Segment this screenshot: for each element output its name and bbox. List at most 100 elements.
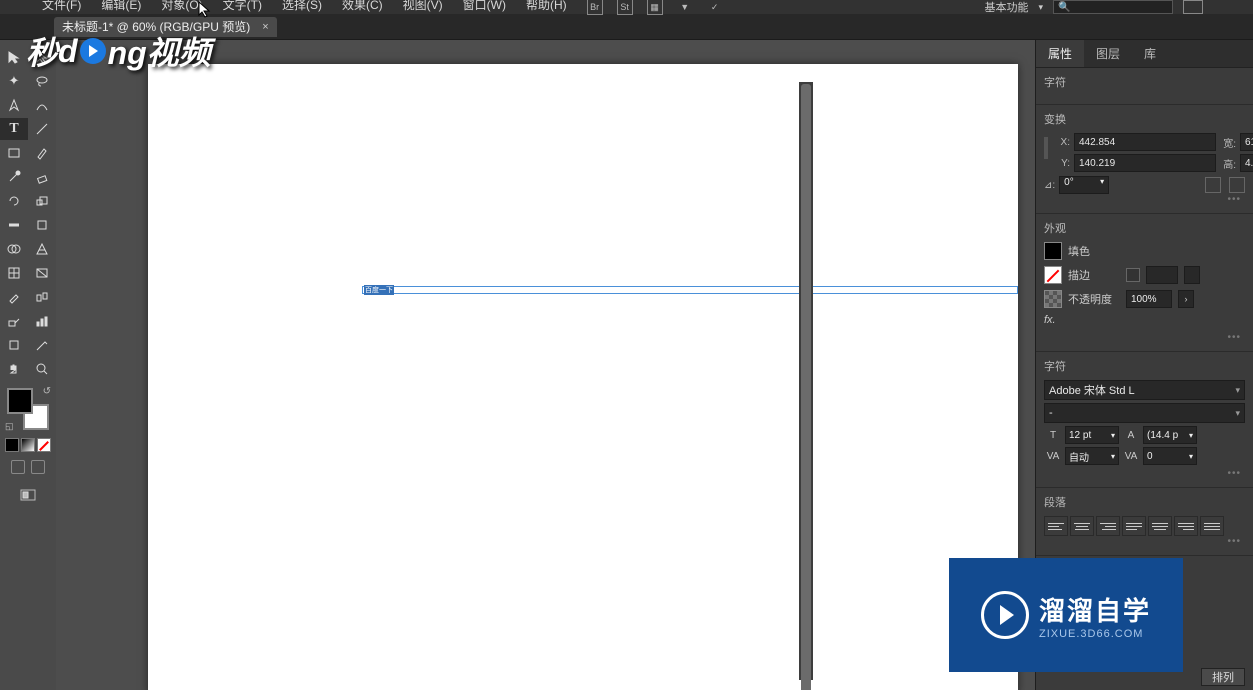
color-mode-gradient[interactable] (21, 438, 35, 452)
paintbrush-tool[interactable] (28, 142, 56, 164)
justify-right-button[interactable] (1174, 516, 1198, 536)
fill-label: 填色 (1068, 243, 1120, 259)
align-right-button[interactable] (1096, 516, 1120, 536)
magic-wand-tool[interactable]: ✦ (0, 70, 28, 92)
symbol-sprayer-tool[interactable] (0, 310, 28, 332)
justify-center-button[interactable] (1148, 516, 1172, 536)
canvas-area[interactable]: 百度一下 (56, 40, 1035, 690)
eyedropper-tool[interactable] (0, 286, 28, 308)
pen-tool[interactable] (0, 94, 28, 116)
flip-horizontal-icon[interactable] (1205, 177, 1221, 193)
opacity-input[interactable] (1126, 290, 1172, 308)
vertical-scrollbar[interactable] (799, 82, 813, 680)
scale-tool[interactable] (28, 190, 56, 212)
reference-point-selector[interactable] (1044, 137, 1048, 159)
workspace-switcher[interactable]: 基本功能 (984, 0, 1028, 15)
eraser-tool[interactable] (28, 166, 56, 188)
curvature-tool[interactable] (28, 94, 56, 116)
menu-file[interactable]: 文件(F) (32, 0, 91, 14)
rectangle-tool[interactable] (0, 142, 28, 164)
stroke-weight-input[interactable] (1146, 266, 1178, 284)
pin-icon[interactable]: ✓ (707, 0, 723, 15)
arrange-documents-icon[interactable] (1183, 0, 1203, 14)
flip-vertical-icon[interactable] (1229, 177, 1245, 193)
line-tool[interactable] (28, 118, 56, 140)
stroke-weight-stepper[interactable] (1126, 268, 1140, 282)
x-label: X: (1054, 137, 1070, 148)
appearance-more-icon[interactable]: ••• (1044, 332, 1245, 343)
character-more-icon[interactable]: ••• (1044, 468, 1245, 479)
bridge-icon[interactable]: Br (587, 0, 603, 15)
gradient-tool[interactable] (28, 262, 56, 284)
stroke-weight-dd[interactable] (1184, 266, 1200, 284)
x-input[interactable] (1074, 133, 1216, 151)
h-input[interactable] (1240, 154, 1253, 172)
zoom-tool[interactable] (28, 358, 56, 380)
slice-tool[interactable] (28, 334, 56, 356)
dropdown-icon[interactable]: ▼ (677, 0, 693, 15)
font-family-dropdown[interactable]: Adobe 宋体 Std L▾ (1044, 380, 1245, 400)
menu-help[interactable]: 帮助(H) (516, 0, 577, 14)
width-tool[interactable] (0, 214, 28, 236)
grid-icon[interactable]: ▦ (647, 0, 663, 15)
arrange-button[interactable]: 排列 (1201, 668, 1245, 686)
scrollbar-thumb[interactable] (801, 84, 811, 690)
workspace-switch-chevron-icon[interactable]: ▾ (1038, 2, 1043, 13)
free-transform-tool[interactable] (28, 214, 56, 236)
close-tab-icon[interactable]: × (262, 21, 268, 33)
leading-dropdown[interactable]: (14.4 p▾ (1143, 426, 1197, 444)
artboard-tool[interactable] (0, 334, 28, 356)
column-graph-tool[interactable] (28, 310, 56, 332)
justify-all-button[interactable] (1200, 516, 1224, 536)
w-input[interactable] (1240, 133, 1253, 151)
more-options-icon[interactable]: ••• (1044, 194, 1245, 205)
fx-button[interactable]: fx. (1044, 314, 1056, 326)
text-frame[interactable]: 百度一下 (362, 286, 1018, 294)
fill-color-swatch[interactable] (1044, 242, 1062, 260)
color-mode-none[interactable] (37, 438, 51, 452)
tab-layers[interactable]: 图层 (1084, 40, 1132, 67)
shape-builder-tool[interactable] (0, 238, 28, 260)
angle-dropdown[interactable]: 0° ▾ (1059, 176, 1109, 194)
help-search[interactable]: 🔍 (1053, 0, 1173, 14)
align-left-button[interactable] (1044, 516, 1068, 536)
type-tool[interactable]: T (0, 118, 28, 140)
hand-tool[interactable] (0, 358, 28, 380)
menu-view[interactable]: 视图(V) (393, 0, 453, 14)
color-mode-solid[interactable] (5, 438, 19, 452)
text-content[interactable]: 百度一下 (364, 285, 394, 295)
align-center-button[interactable] (1070, 516, 1094, 536)
perspective-tool[interactable] (28, 238, 56, 260)
y-input[interactable] (1074, 154, 1216, 172)
selection-tool[interactable] (0, 46, 28, 68)
menu-edit[interactable]: 编辑(E) (91, 0, 151, 14)
screen-mode-normal[interactable] (11, 460, 25, 474)
stock-icon[interactable]: St (617, 0, 633, 15)
menu-window[interactable]: 窗口(W) (453, 0, 516, 14)
paragraph-more-icon[interactable]: ••• (1044, 536, 1245, 547)
fill-stroke-swatch[interactable]: ↺ ◱ (7, 388, 49, 430)
blend-tool[interactable] (28, 286, 56, 308)
kerning-dropdown[interactable]: 自动▾ (1065, 447, 1119, 465)
fill-swatch[interactable] (7, 388, 33, 414)
opacity-dd[interactable]: › (1178, 290, 1194, 308)
menu-type[interactable]: 文字(T) (213, 0, 272, 14)
artboard[interactable]: 百度一下 (148, 64, 1018, 690)
menu-effect[interactable]: 效果(C) (332, 0, 393, 14)
char-header-title: 字符 (1044, 74, 1245, 90)
justify-left-button[interactable] (1122, 516, 1146, 536)
screen-mode-full[interactable] (31, 460, 45, 474)
menu-select[interactable]: 选择(S) (272, 0, 332, 14)
rotate-tool[interactable] (0, 190, 28, 212)
shaper-tool[interactable] (0, 166, 28, 188)
font-size-dropdown[interactable]: 12 pt▾ (1065, 426, 1119, 444)
edit-toolbar-icon[interactable] (14, 484, 42, 506)
tracking-dropdown[interactable]: 0▾ (1143, 447, 1197, 465)
tab-properties[interactable]: 属性 (1036, 40, 1084, 67)
tab-libraries[interactable]: 库 (1132, 40, 1168, 67)
font-style-dropdown[interactable]: -▾ (1044, 403, 1245, 423)
default-fill-stroke-icon[interactable]: ◱ (5, 421, 14, 432)
swap-fill-stroke-icon[interactable]: ↺ (43, 386, 51, 397)
mesh-tool[interactable] (0, 262, 28, 284)
stroke-color-swatch[interactable] (1044, 266, 1062, 284)
